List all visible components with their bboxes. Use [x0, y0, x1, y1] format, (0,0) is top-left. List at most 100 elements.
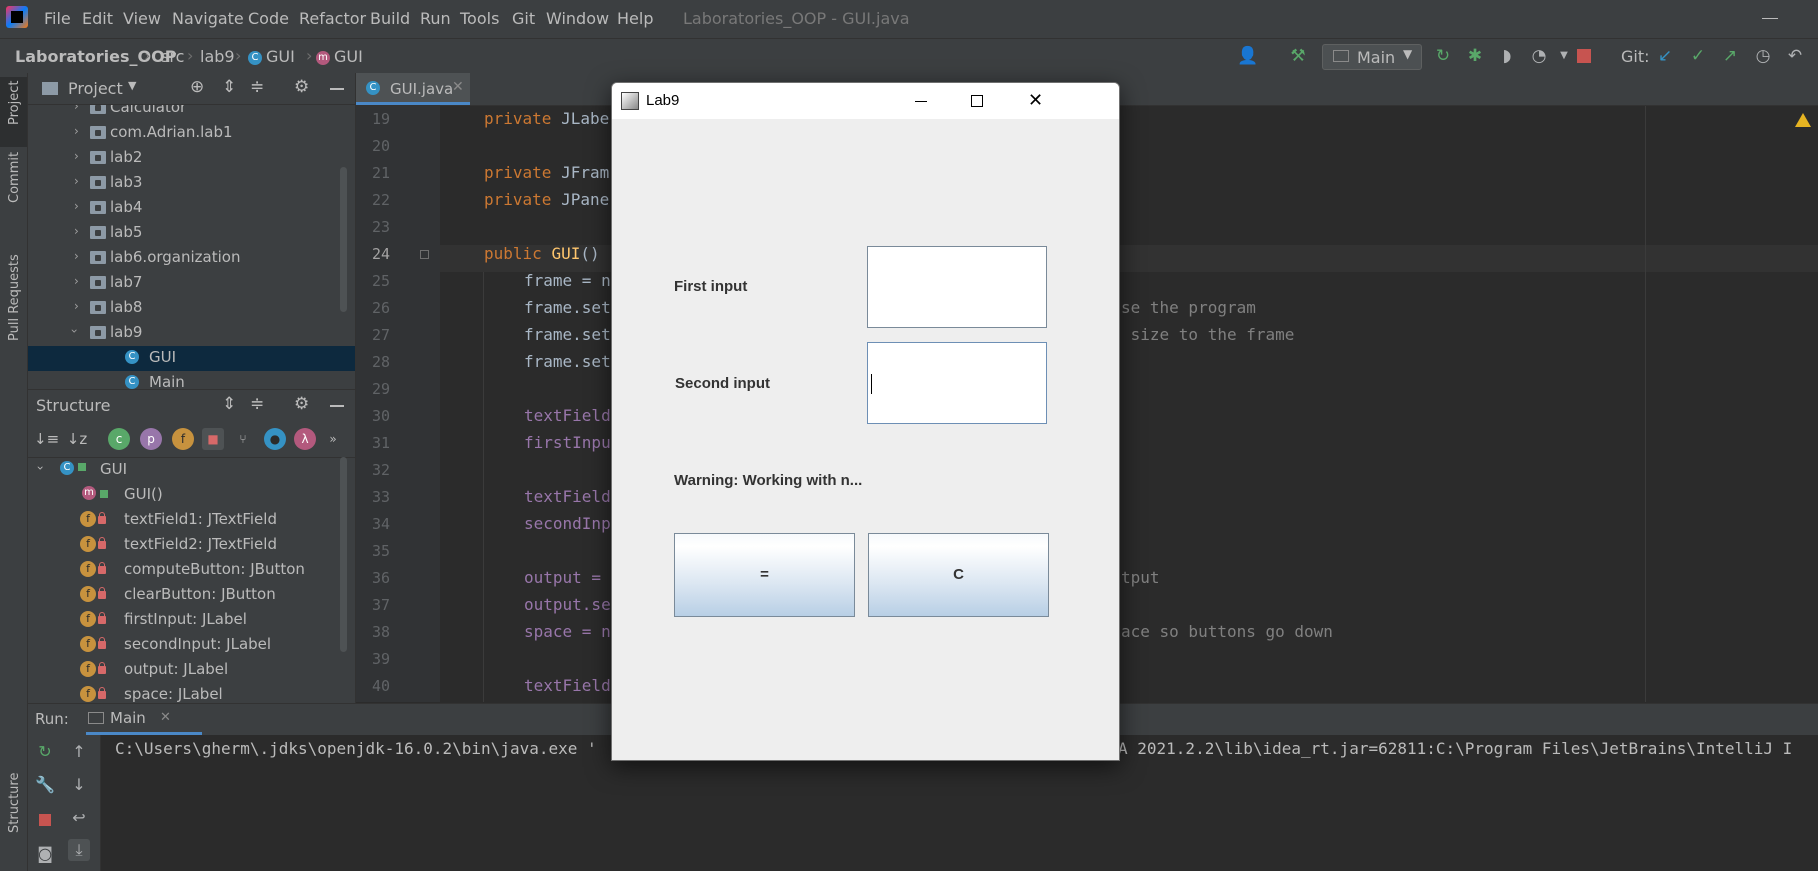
run-tab-main[interactable]: Main ✕ — [86, 704, 202, 735]
menu-tools[interactable]: Tools — [460, 9, 499, 28]
anonymous-classes-icon[interactable]: ● — [264, 428, 286, 450]
menu-edit[interactable]: Edit — [82, 9, 113, 28]
show-fields-icon[interactable]: f — [172, 428, 194, 450]
collapse-all-icon[interactable]: ≑ — [250, 394, 264, 414]
tree-item-lab4[interactable]: › lab4 — [28, 196, 355, 221]
show-non-public-icon[interactable]: ■ — [202, 428, 224, 450]
breadcrumb-project[interactable]: Laboratories_OOP — [15, 47, 176, 66]
lab9-titlebar[interactable]: Lab9 ✕ — [612, 83, 1119, 119]
tree-item-com-adrian-lab1[interactable]: › com.Adrian.lab1 — [28, 121, 355, 146]
history-clock-icon[interactable]: ◷ — [1753, 46, 1773, 66]
locate-target-icon[interactable]: ⊕ — [190, 77, 204, 97]
collapse-all-icon[interactable]: ≑ — [250, 77, 264, 97]
sort-alphabetically-icon[interactable]: ↓z — [66, 428, 88, 450]
hide-panel-icon[interactable] — [330, 405, 344, 407]
structure-item-field[interactable]: f output: JLabel — [28, 658, 355, 683]
second-input-field[interactable] — [867, 342, 1047, 424]
soft-wrap-icon[interactable]: ↩ — [68, 807, 90, 829]
window-maximize-button[interactable] — [949, 83, 1005, 119]
window-minimize-button[interactable] — [893, 83, 949, 119]
rollback-icon[interactable]: ↶ — [1785, 46, 1805, 66]
tree-item-lab9[interactable]: › lab9 — [28, 321, 355, 346]
wrench-icon[interactable]: 🔧 — [34, 774, 56, 796]
rerun-icon[interactable]: ↻ — [1433, 46, 1453, 66]
gear-icon[interactable]: ⚙ — [294, 77, 309, 97]
tree-item-lab3[interactable]: › lab3 — [28, 171, 355, 196]
build-hammer-icon[interactable]: ⚒ — [1288, 46, 1308, 66]
minimize-icon[interactable] — [1762, 18, 1778, 19]
tree-item-gui[interactable]: C GUI — [28, 346, 355, 371]
expand-all-icon[interactable]: ⇕ — [222, 394, 236, 414]
hide-panel-icon[interactable] — [330, 88, 344, 90]
chevron-down-icon[interactable]: ▼ — [1554, 46, 1574, 66]
git-commit-icon[interactable]: ✓ — [1688, 46, 1708, 66]
menu-code[interactable]: Code — [248, 9, 289, 28]
tool-tab-project[interactable]: Project — [7, 81, 22, 125]
structure-item-gui[interactable]: › C GUI — [28, 458, 355, 483]
profile-icon[interactable]: ◔ — [1529, 46, 1549, 66]
breadcrumb-method-gui[interactable]: m GUI — [316, 47, 363, 66]
arrow-up-icon[interactable]: ↑ — [68, 741, 90, 763]
menu-run[interactable]: Run — [420, 9, 451, 28]
run-configuration-dropdown[interactable]: Main ▼ — [1322, 44, 1422, 70]
tree-item-lab8[interactable]: › lab8 — [28, 296, 355, 321]
menu-help[interactable]: Help — [617, 9, 653, 28]
menu-file[interactable]: File — [44, 9, 71, 28]
structure-item-field[interactable]: f secondInput: JLabel — [28, 633, 355, 658]
menu-git[interactable]: Git — [512, 9, 535, 28]
tree-item-lab2[interactable]: › lab2 — [28, 146, 355, 171]
tree-item-lab6-organization[interactable]: › lab6.organization — [28, 246, 355, 271]
structure-item-field[interactable]: f textField2: JTextField — [28, 533, 355, 558]
expand-all-icon[interactable]: ⇕ — [222, 77, 236, 97]
chevron-down-icon[interactable]: ▼ — [128, 79, 136, 92]
window-close-button[interactable]: ✕ — [1005, 83, 1065, 119]
breadcrumb-class-gui[interactable]: C GUI — [248, 47, 295, 66]
lambdas-icon[interactable]: λ — [294, 428, 316, 450]
first-input-field[interactable] — [867, 246, 1047, 328]
git-update-icon[interactable]: ↙ — [1655, 46, 1675, 66]
tree-item-calculator[interactable]: › Calculator — [28, 105, 355, 121]
breadcrumb-src[interactable]: src — [161, 47, 184, 66]
gear-icon[interactable]: ⚙ — [294, 394, 309, 414]
close-icon[interactable]: ✕ — [160, 710, 171, 725]
scroll-to-end-icon[interactable]: ⤓ — [68, 839, 90, 861]
clear-button[interactable]: C — [868, 533, 1049, 617]
debug-bug-icon[interactable]: ✱ — [1465, 46, 1485, 66]
fold-icon[interactable] — [420, 250, 429, 259]
stop-icon[interactable] — [39, 814, 51, 826]
menu-refactor[interactable]: Refactor — [299, 9, 366, 28]
show-properties-icon[interactable]: p — [140, 428, 162, 450]
coverage-icon[interactable]: ◗ — [1497, 46, 1517, 66]
tree-item-lab7[interactable]: › lab7 — [28, 271, 355, 296]
close-icon[interactable]: ✕ — [452, 79, 464, 95]
menu-window[interactable]: Window — [546, 9, 609, 28]
arrow-down-icon[interactable]: ↓ — [68, 774, 90, 796]
compute-button[interactable]: = — [674, 533, 855, 617]
structure-item-constructor[interactable]: m GUI() — [28, 483, 355, 508]
tree-item-lab5[interactable]: › lab5 — [28, 221, 355, 246]
git-push-icon[interactable]: ↗ — [1720, 46, 1740, 66]
breadcrumb-lab9[interactable]: lab9 — [200, 47, 235, 66]
project-panel-title[interactable]: Project — [68, 79, 123, 98]
warning-icon[interactable] — [1795, 113, 1811, 127]
structure-scrollbar[interactable] — [340, 457, 347, 652]
structure-item-field[interactable]: f textField1: JTextField — [28, 508, 355, 533]
structure-item-field[interactable]: f space: JLabel — [28, 683, 355, 703]
hierarchy-icon[interactable]: ⑂ — [232, 428, 254, 450]
structure-item-field[interactable]: f clearButton: JButton — [28, 583, 355, 608]
tab-gui-java[interactable]: C GUI.java ✕ — [356, 73, 470, 105]
structure-item-field[interactable]: f firstInput: JLabel — [28, 608, 355, 633]
menu-build[interactable]: Build — [370, 9, 410, 28]
stop-icon[interactable] — [1577, 49, 1591, 63]
project-scrollbar[interactable] — [340, 167, 347, 312]
show-inherited-icon[interactable]: c — [108, 428, 130, 450]
menu-view[interactable]: View — [123, 9, 161, 28]
menu-navigate[interactable]: Navigate — [172, 9, 244, 28]
tool-tab-structure[interactable]: Structure — [7, 773, 22, 833]
sort-visibility-icon[interactable]: ↓≡ — [34, 428, 59, 450]
structure-item-field[interactable]: f computeButton: JButton — [28, 558, 355, 583]
camera-icon[interactable]: ◙ — [34, 843, 56, 865]
rerun-icon[interactable]: ↻ — [34, 741, 56, 763]
tool-tab-commit[interactable]: Commit — [7, 152, 22, 203]
tool-tab-pull-requests[interactable]: Pull Requests — [7, 254, 22, 341]
